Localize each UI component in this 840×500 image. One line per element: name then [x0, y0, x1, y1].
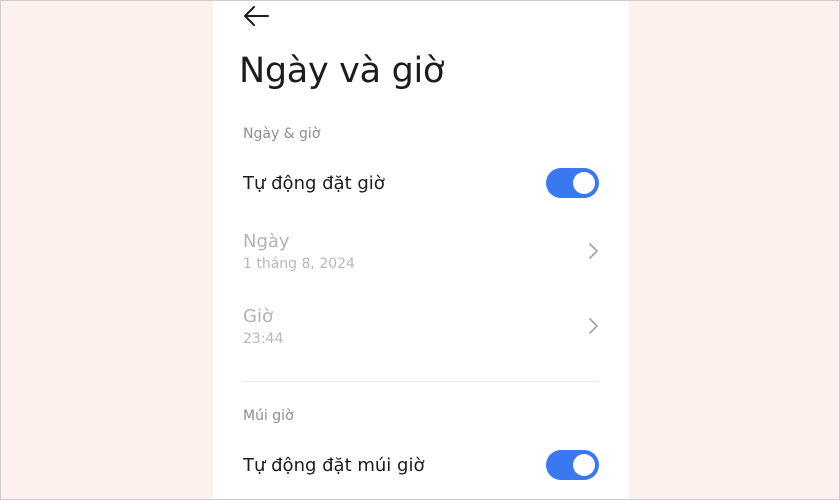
arrow-left-icon [244, 6, 269, 26]
section-header-date-time: Ngày & giờ [243, 126, 321, 142]
toggle-knob [573, 172, 595, 194]
back-button[interactable] [241, 3, 271, 29]
time-value: 23:44 [243, 331, 284, 347]
chevron-right-icon [589, 243, 598, 259]
time-label: Giờ [243, 306, 273, 327]
auto-time-toggle[interactable] [546, 168, 599, 198]
page-title: Ngày và giờ [239, 51, 445, 91]
section-divider [243, 381, 599, 382]
chevron-right-icon [589, 318, 598, 334]
auto-timezone-label: Tự động đặt múi giờ [243, 455, 425, 476]
settings-screen: Ngày và giờ Ngày & giờ Tự động đặt giờ N… [213, 1, 629, 499]
section-header-timezone: Múi giờ [243, 408, 294, 424]
screenshot-frame: Ngày và giờ Ngày & giờ Tự động đặt giờ N… [0, 0, 840, 500]
date-value: 1 tháng 8, 2024 [243, 256, 355, 272]
auto-timezone-toggle[interactable] [546, 450, 599, 480]
auto-time-label: Tự động đặt giờ [243, 173, 385, 194]
date-label: Ngày [243, 231, 290, 252]
date-row[interactable]: Ngày 1 tháng 8, 2024 [213, 229, 629, 279]
toggle-knob [573, 454, 595, 476]
time-row[interactable]: Giờ 23:44 [213, 304, 629, 354]
auto-timezone-row[interactable]: Tự động đặt múi giờ [213, 450, 629, 484]
auto-time-row[interactable]: Tự động đặt giờ [213, 167, 629, 201]
